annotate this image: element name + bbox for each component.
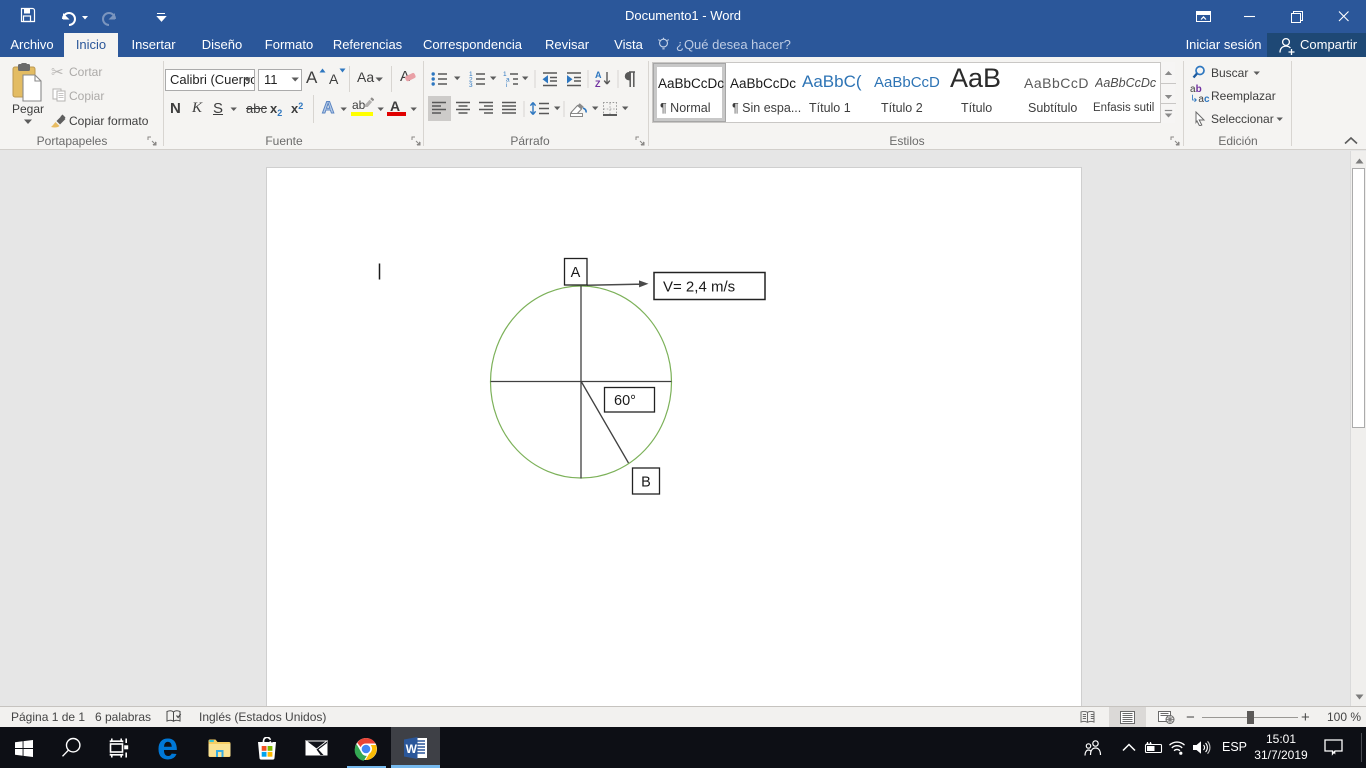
svg-text:W: W: [406, 742, 418, 756]
svg-text:60°: 60°: [614, 393, 636, 409]
svg-text:B: B: [641, 475, 651, 491]
svg-text:3: 3: [469, 82, 473, 88]
svg-text:A: A: [571, 265, 581, 281]
svg-text:Z: Z: [595, 79, 601, 88]
svg-text:i: i: [506, 82, 507, 88]
svg-text:V= 2,4 m/s: V= 2,4 m/s: [663, 279, 735, 296]
